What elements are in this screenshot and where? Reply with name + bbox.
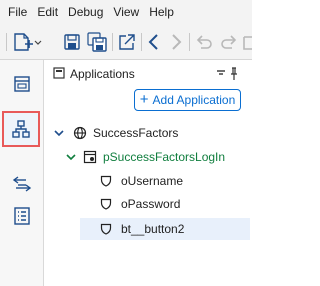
globe-icon [73, 126, 87, 140]
shield-icon [100, 198, 112, 210]
panel-title: Applications [70, 67, 135, 81]
toolbar-more[interactable] [242, 31, 252, 53]
tree-item-selected[interactable]: bt__button2 [80, 218, 250, 240]
panel-window-icon [53, 67, 65, 79]
tree-node-page[interactable]: pSuccessFactorsLogIn [65, 146, 225, 168]
chevron-down-icon[interactable] [65, 151, 77, 163]
menu-help[interactable]: Help [144, 0, 179, 24]
chevron-down-icon[interactable] [53, 127, 65, 139]
save-all-icon [87, 32, 107, 52]
export-button[interactable] [116, 31, 138, 53]
undo-button[interactable] [194, 31, 214, 53]
chevron-right-icon [172, 34, 182, 50]
back-button[interactable] [145, 31, 163, 53]
forward-button[interactable] [167, 31, 185, 53]
redo-button[interactable] [219, 31, 239, 53]
panel-header: Applications [45, 60, 252, 86]
pin-icon[interactable] [229, 67, 239, 81]
hierarchy-icon [12, 120, 30, 138]
menu-edit[interactable]: Edit [32, 0, 63, 24]
toolbar [0, 24, 252, 60]
tree-item[interactable]: oPassword [100, 193, 180, 215]
toolbar-separator [112, 33, 113, 51]
left-icon-rail [0, 60, 44, 286]
tree-item-label: bt__button2 [121, 222, 185, 236]
redo-icon [221, 35, 237, 49]
plus-icon: + [139, 91, 149, 108]
save-button[interactable] [62, 31, 82, 53]
list-icon [14, 207, 30, 225]
tree-item[interactable]: oUsername [100, 170, 183, 192]
tree-item-label: oPassword [121, 197, 181, 211]
export-icon [119, 34, 135, 50]
menu-bar: File Edit Debug View Help [0, 0, 252, 24]
tree-item-label: oUsername [121, 174, 184, 188]
add-application-label: Add Application [152, 93, 236, 107]
tree-page-label: pSuccessFactorsLogIn [103, 150, 226, 164]
flow-icon [12, 176, 32, 192]
undo-icon [196, 35, 212, 49]
toolbar-grip [6, 33, 7, 51]
rail-applications-button[interactable] [2, 111, 40, 147]
rail-workflow-button[interactable] [8, 169, 36, 197]
menu-debug[interactable]: Debug [63, 0, 108, 24]
window-icon [14, 76, 30, 92]
new-file-icon [14, 33, 42, 51]
tree-node-app[interactable]: SuccessFactors [53, 122, 178, 144]
add-application-button[interactable]: + Add Application [134, 89, 241, 111]
shield-icon [100, 223, 112, 235]
new-file-button[interactable] [12, 31, 42, 53]
page-icon [83, 150, 97, 164]
rail-window-button[interactable] [8, 70, 36, 98]
applications-panel: Applications + Add Application SuccessFa… [45, 60, 252, 286]
save-icon [64, 34, 80, 50]
rail-list-button[interactable] [8, 202, 36, 230]
chevron-left-icon [148, 34, 158, 50]
toolbar-separator [189, 33, 190, 51]
toolbar-separator [141, 33, 142, 51]
shield-icon [100, 175, 112, 187]
save-all-button[interactable] [86, 31, 108, 53]
menu-view[interactable]: View [108, 0, 144, 24]
clipped-icon [243, 36, 252, 50]
panel-menu-icon[interactable] [216, 70, 226, 76]
tree-app-label: SuccessFactors [93, 126, 179, 140]
menu-file[interactable]: File [0, 0, 32, 24]
